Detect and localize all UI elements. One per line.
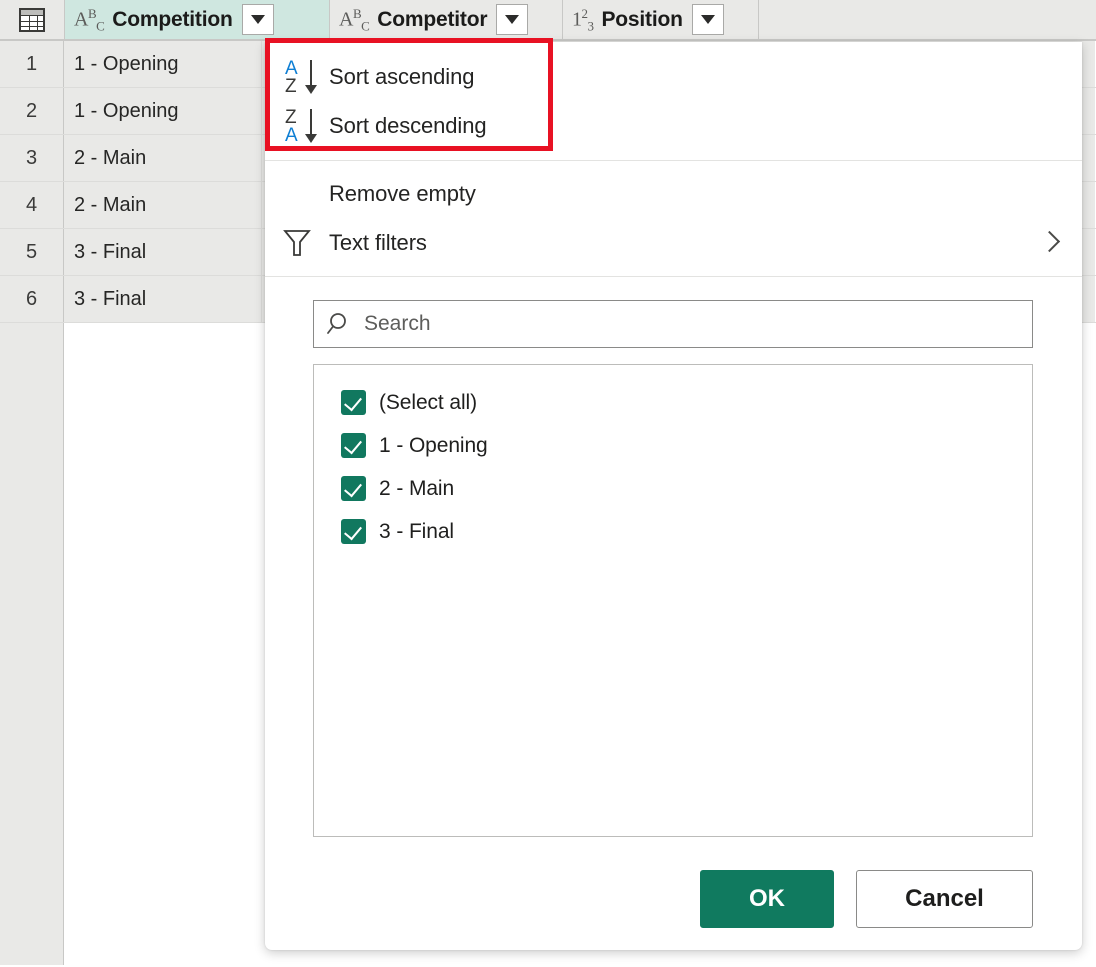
sort-descending-icon: Z A (283, 106, 329, 146)
list-item[interactable]: 2 - Main (314, 467, 1032, 510)
list-item[interactable]: 1 - Opening (314, 424, 1032, 467)
cell-competition[interactable]: 2 - Main (64, 182, 262, 228)
filter-search-box[interactable]: Search (313, 300, 1033, 348)
row-number: 4 (0, 182, 64, 228)
menu-divider-top (265, 160, 1082, 161)
sort-glyph-bottom: Z (285, 77, 297, 96)
123-number-type-icon: 123 (572, 7, 594, 33)
menu-item-label: Sort descending (329, 113, 487, 139)
list-item[interactable]: 3 - Final (314, 510, 1032, 553)
menu-item-remove-empty[interactable]: Remove empty (265, 169, 1082, 218)
cell-competition[interactable]: 1 - Opening (64, 41, 262, 87)
cell-competition[interactable]: 3 - Final (64, 276, 262, 322)
cell-competition[interactable]: 1 - Opening (64, 88, 262, 134)
row-number: 5 (0, 229, 64, 275)
abc-text-type-icon: ABC (74, 7, 104, 33)
column-filter-button-position[interactable] (692, 4, 724, 35)
list-item[interactable]: (Select all) (314, 381, 1032, 424)
row-number: 6 (0, 276, 64, 322)
power-query-preview-screen: 1 1 - Opening 2 1 - Opening 3 2 - Main 4… (0, 0, 1096, 967)
row-number: 3 (0, 135, 64, 181)
column-header-competitor[interactable]: ABC Competitor (330, 0, 563, 39)
sort-glyph-bottom: A (285, 126, 298, 145)
checkbox-checked-icon[interactable] (341, 519, 366, 544)
table-icon (19, 8, 45, 32)
column-filter-button-competition[interactable] (242, 4, 274, 35)
filter-value-list[interactable]: (Select all) 1 - Opening 2 - Main 3 - Fi… (313, 364, 1033, 837)
checkbox-checked-icon[interactable] (341, 390, 366, 415)
menu-item-label: Remove empty (329, 181, 476, 207)
funnel-icon (283, 228, 329, 258)
sort-glyph-top: A (285, 59, 298, 78)
checkbox-checked-icon[interactable] (341, 476, 366, 501)
checkbox-checked-icon[interactable] (341, 433, 366, 458)
down-arrow-icon (305, 109, 316, 143)
dialog-button-row: OK Cancel (313, 870, 1033, 928)
column-title: Competition (112, 8, 232, 32)
chevron-down-icon (251, 15, 265, 24)
ok-button[interactable]: OK (700, 870, 834, 928)
cancel-button[interactable]: Cancel (856, 870, 1033, 928)
menu-item-label: Sort ascending (329, 64, 474, 90)
data-grid-header: ABC Competition ABC Competitor 123 Posit… (0, 0, 1096, 41)
row-number: 1 (0, 41, 64, 87)
column-title: Position (602, 8, 683, 32)
sort-ascending-icon: A Z (283, 57, 329, 97)
column-header-competition[interactable]: ABC Competition (65, 0, 330, 39)
row-number: 2 (0, 88, 64, 134)
sort-glyph-top: Z (285, 108, 297, 127)
menu-divider-bottom (265, 276, 1082, 277)
list-item-label: (Select all) (379, 391, 477, 415)
menu-item-sort-ascending[interactable]: A Z Sort ascending (265, 52, 1082, 101)
column-title: Competitor (377, 8, 487, 32)
menu-item-sort-descending[interactable]: Z A Sort descending (265, 101, 1082, 150)
list-item-label: 2 - Main (379, 477, 454, 501)
list-item-label: 3 - Final (379, 520, 454, 544)
menu-item-label: Text filters (329, 230, 427, 256)
menu-item-text-filters[interactable]: Text filters (265, 218, 1082, 267)
select-all-columns-cell[interactable] (0, 0, 65, 39)
cell-competition[interactable]: 3 - Final (64, 229, 262, 275)
chevron-down-icon (701, 15, 715, 24)
abc-text-type-icon: ABC (339, 7, 369, 33)
column-filter-button-competitor[interactable] (496, 4, 528, 35)
column-header-position[interactable]: 123 Position (563, 0, 759, 39)
chevron-right-icon (1040, 229, 1056, 257)
cell-competition[interactable]: 2 - Main (64, 135, 262, 181)
search-icon (314, 311, 364, 337)
list-item-label: 1 - Opening (379, 434, 488, 458)
down-arrow-icon (305, 60, 316, 94)
column-filter-dropdown-panel: A Z Sort ascending Z A Sort d (265, 42, 1082, 950)
search-placeholder-text: Search (364, 312, 431, 336)
chevron-down-icon (505, 15, 519, 24)
